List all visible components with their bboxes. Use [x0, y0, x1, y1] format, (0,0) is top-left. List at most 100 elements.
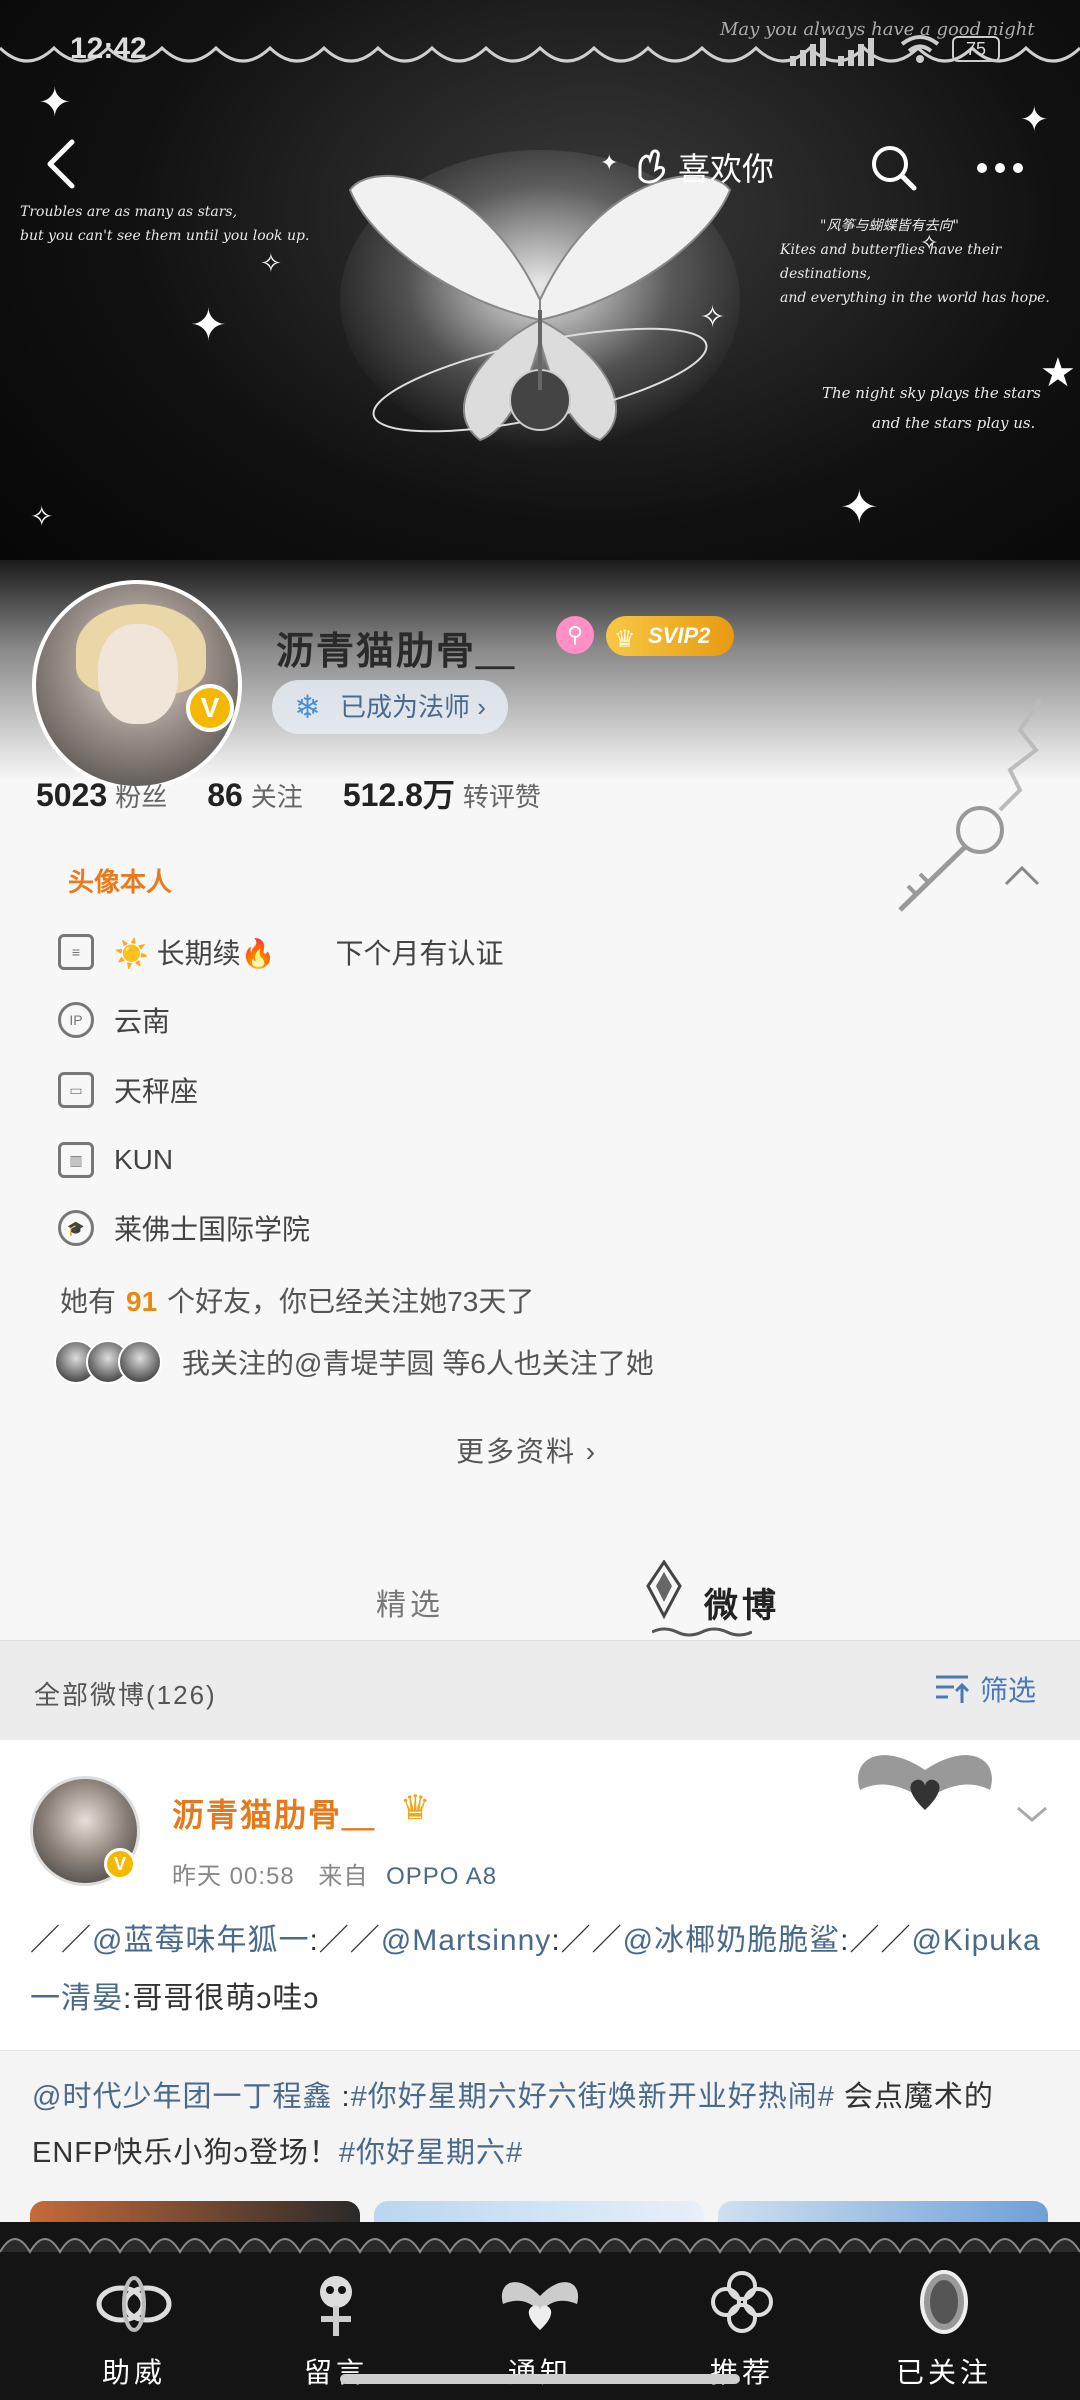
profile-section: V 沥青猫肋骨＿ ⚲ ♛ SVIP2 ❄ 已成为法师 › 5023 粉丝 86 关注… — [0, 560, 1080, 1640]
stat-fans[interactable]: 5023 粉丝 — [36, 777, 167, 814]
filter-button[interactable]: 筛选 — [934, 1669, 1036, 1709]
friends-count[interactable]: 91 — [126, 1286, 157, 1317]
diamond-pendant-icon — [646, 1560, 682, 1620]
nav-label: 留言 — [303, 2357, 368, 2388]
status-time: 12:42 — [70, 32, 147, 65]
home-indicator[interactable] — [340, 2374, 740, 2384]
nav-following[interactable]: 已关注 — [874, 2266, 1014, 2391]
feed-count: 全部微博(126) — [34, 1680, 217, 1710]
heart-wings-decoration — [858, 1755, 992, 1810]
stat-following[interactable]: 86 关注 — [207, 777, 303, 814]
sparkle-icon: ★ — [1040, 351, 1076, 395]
mutual-followers[interactable]: 我关注的@青堤芋圆 等6人也关注了她 — [54, 1340, 654, 1384]
text-segment: :哥哥很萌ↄ哇ↄ — [123, 1982, 320, 2015]
avatar — [118, 1340, 162, 1384]
mention-link[interactable]: #你好星期六# — [339, 2137, 523, 2169]
bio-extra: 下个月有认证 — [335, 938, 504, 969]
more-info-link[interactable]: 更多资料 › — [456, 1430, 597, 1470]
sparkle-icon: ✧ — [30, 501, 54, 532]
heart-wings-icon — [501, 2282, 579, 2330]
zodiac-text: 天秤座 — [114, 1076, 199, 1107]
profile-tabs: 精选 微博 — [0, 1560, 1080, 1640]
repost-text: @时代少年团一丁程鑫 :#你好星期六好六街焕新开业好热闹# 会点魔术的ENFP快… — [32, 2069, 1052, 2181]
sparkle-icon: ✧ — [260, 248, 282, 278]
search-tag-icon[interactable]: ⚲ — [556, 616, 594, 654]
mention-link[interactable]: @时代少年团一丁程鑫 — [32, 2081, 332, 2113]
text-segment: : — [332, 2081, 351, 2113]
text-segment: :／／ — [840, 1924, 912, 1957]
filter-label: 筛选 — [980, 1675, 1037, 1706]
mention-link[interactable]: @冰椰奶脆脆鲨 — [623, 1924, 840, 1957]
like-you-label: 喜欢你 — [678, 151, 775, 187]
sparkle-icon: ✦ — [190, 301, 227, 350]
verified-badge-icon: V — [104, 1848, 136, 1880]
banner-quote-right: "风筝与蝴蝶皆有去向" Kites and butterflies have t… — [780, 218, 1050, 306]
mention-link[interactable]: @Martsinny — [381, 1924, 552, 1957]
feed-header: 全部微博(126) 筛选 — [0, 1640, 1080, 1740]
mention-link[interactable]: @蓝莓味年狐一 — [92, 1924, 309, 1957]
banner-quote-right-2: The night sky plays the stars and the st… — [822, 384, 1042, 432]
hand-wave-icon — [638, 149, 666, 184]
magician-badge[interactable]: ❄ 已成为法师 › — [272, 680, 508, 734]
post-meta: 昨天 00:58 来自 OPPO A8 — [172, 1856, 497, 1891]
nav-label: 通知 — [507, 2357, 572, 2388]
skull-icon — [320, 2276, 352, 2336]
collapse-chevron-icon[interactable] — [1002, 860, 1042, 890]
like-you-button[interactable]: 喜欢你 — [630, 142, 774, 192]
post-author[interactable]: 沥青猫肋骨＿ — [172, 1790, 376, 1836]
bio-row: ≡ ☀️ 长期续🔥 下个月有认证 — [58, 928, 504, 976]
document-icon: ≡ — [58, 934, 94, 970]
ip-row: IP 云南 — [58, 996, 170, 1044]
profile-banner: ✦ ✦ ✧ ✦ ✦ ★ ✧ ✧ ✦ ✧ Troubles are as many… — [0, 0, 1080, 610]
snowflake-icon: ❄ — [294, 689, 321, 725]
verified-badge-icon: V — [186, 684, 234, 732]
post-time: 昨天 00:58 — [172, 1863, 295, 1890]
text-segment: :／／ — [551, 1924, 623, 1957]
mirror-icon — [920, 2270, 968, 2334]
company-row: ▥ KUN — [58, 1136, 173, 1184]
sparkle-icon: ✦ — [840, 481, 879, 533]
wifi-icon — [900, 35, 940, 63]
zodiac-row: ▭ 天秤座 — [58, 1066, 198, 1114]
text-segment: ／／ — [30, 1924, 92, 1957]
post-source-prefix: 来自 — [318, 1863, 369, 1890]
ip-text: 云南 — [114, 1006, 171, 1037]
bio-text: ☀️ 长期续🔥 — [114, 938, 276, 969]
lace-border-nav — [0, 2238, 1080, 2254]
battery-icon: 75 — [952, 36, 1000, 62]
more-options-button[interactable] — [970, 140, 1030, 196]
back-button[interactable] — [34, 134, 94, 194]
crown-icon: ♛ — [614, 626, 636, 653]
school-text: 莱佛士国际学院 — [114, 1214, 311, 1245]
mention-link[interactable]: #你好星期六好六街焕新开业好热闹# — [351, 2081, 835, 2113]
building-icon: ▥ — [58, 1142, 94, 1178]
username: 沥青猫肋骨＿ — [276, 631, 517, 673]
clover-icon — [711, 2271, 773, 2333]
tab-featured[interactable]: 精选 — [376, 1580, 444, 1624]
stat-likes[interactable]: 512.8万 转评赞 — [343, 770, 541, 816]
mutual-avatars — [54, 1340, 162, 1384]
nav-recommend[interactable]: 推荐 — [672, 2266, 812, 2391]
tab-active-indicator — [652, 1627, 752, 1637]
school-row: 🎓 莱佛士国际学院 — [58, 1204, 310, 1252]
crown-icon: ♛ — [400, 1789, 431, 1827]
nav-label: 推荐 — [709, 2357, 774, 2388]
post-menu-chevron-icon[interactable] — [1014, 1802, 1050, 1826]
text-segment: :／／ — [309, 1924, 381, 1957]
nav-cheer[interactable]: 助威 — [64, 2266, 204, 2391]
post-source: OPPO A8 — [386, 1863, 498, 1890]
nav-notifications[interactable]: 通知 — [470, 2266, 610, 2391]
tab-weibo[interactable]: 微博 — [704, 1578, 780, 1627]
magician-label: 已成为法师 › — [340, 692, 486, 722]
svip-badge[interactable]: ♛ SVIP2 — [606, 616, 734, 656]
weibo-post[interactable]: V 沥青猫肋骨＿ ♛ 昨天 00:58 来自 OPPO A8 ／／@蓝莓味年狐一… — [0, 1740, 1080, 2050]
graduation-cap-icon: 🎓 — [58, 1210, 94, 1246]
status-bar: 12:42 75 — [0, 0, 1080, 100]
post-text: ／／@蓝莓味年狐一:／／@Martsinny:／／@冰椰奶脆脆鲨:／／@Kipu… — [30, 1912, 1050, 2028]
nav-messages[interactable]: 留言 — [266, 2266, 406, 2391]
search-button[interactable] — [866, 140, 922, 196]
profile-stats: 5023 粉丝 86 关注 512.8万 转评赞 — [36, 770, 541, 816]
signal-icon — [790, 38, 874, 66]
friends-line: 她有 91 个好友，你已经关注她73天了 — [60, 1286, 535, 1317]
calendar-icon: ▭ — [58, 1072, 94, 1108]
